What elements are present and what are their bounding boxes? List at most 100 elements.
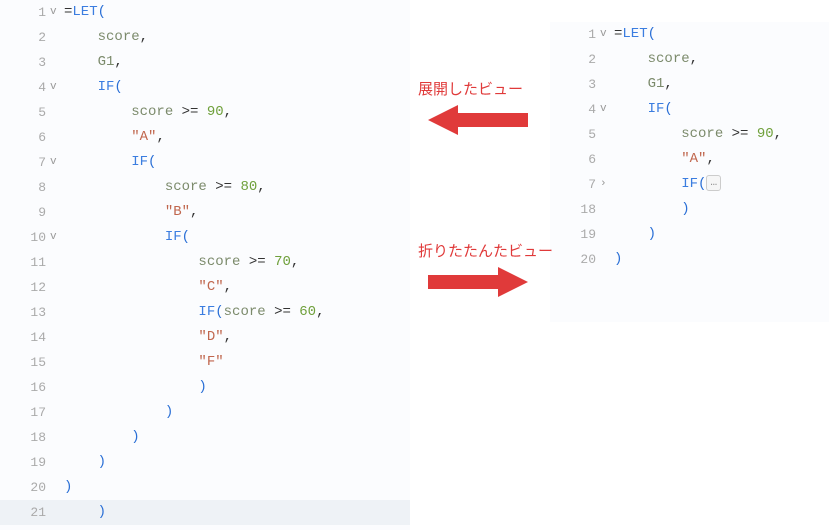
- fold-indicator: [50, 425, 64, 450]
- line-number: 1: [0, 0, 50, 25]
- code-line[interactable]: 19 ): [0, 450, 410, 475]
- code-line[interactable]: 7› IF(…: [550, 172, 829, 197]
- code-line[interactable]: 20): [550, 247, 829, 272]
- label-collapsed-view: 折りたたんたビュー: [418, 240, 553, 261]
- fold-indicator: [50, 275, 64, 300]
- fold-indicator: [50, 475, 64, 500]
- code-line[interactable]: 6 "A",: [550, 147, 829, 172]
- code-line[interactable]: 3 G1,: [0, 50, 410, 75]
- code-line[interactable]: 5 score >= 90,: [0, 100, 410, 125]
- fold-indicator: [600, 197, 614, 222]
- fold-indicator: [600, 72, 614, 97]
- code-content: "D",: [64, 325, 410, 350]
- code-content: "A",: [64, 125, 410, 150]
- line-number: 5: [550, 122, 600, 147]
- fold-indicator: [50, 250, 64, 275]
- code-line[interactable]: 18 ): [0, 425, 410, 450]
- code-content: G1,: [64, 50, 410, 75]
- fold-indicator: [50, 375, 64, 400]
- code-line[interactable]: 15 "F": [0, 350, 410, 375]
- code-line[interactable]: 20): [0, 475, 410, 500]
- code-line[interactable]: 3 G1,: [550, 72, 829, 97]
- fold-indicator: [600, 122, 614, 147]
- code-content: score >= 90,: [64, 100, 410, 125]
- fold-indicator[interactable]: v: [600, 97, 614, 122]
- code-content: "B",: [64, 200, 410, 225]
- line-number: 17: [0, 400, 50, 425]
- fold-indicator: [50, 125, 64, 150]
- line-number: 1: [550, 22, 600, 47]
- code-content: ): [64, 450, 410, 475]
- code-line[interactable]: 16 ): [0, 375, 410, 400]
- code-line[interactable]: 8 score >= 80,: [0, 175, 410, 200]
- code-line[interactable]: 4v IF(: [0, 75, 410, 100]
- code-line[interactable]: 7v IF(: [0, 150, 410, 175]
- line-number: 16: [0, 375, 50, 400]
- code-line[interactable]: 21 ): [0, 500, 410, 525]
- line-number: 6: [0, 125, 50, 150]
- code-content: G1,: [614, 72, 829, 97]
- code-content: ): [64, 500, 410, 525]
- line-number: 3: [0, 50, 50, 75]
- fold-indicator: [50, 50, 64, 75]
- fold-indicator: [50, 500, 64, 525]
- code-line[interactable]: 1v=LET(: [550, 22, 829, 47]
- fold-indicator[interactable]: v: [50, 225, 64, 250]
- fold-indicator[interactable]: ›: [600, 172, 614, 197]
- code-content: ): [614, 247, 829, 272]
- code-content: =LET(: [614, 22, 829, 47]
- code-line[interactable]: 11 score >= 70,: [0, 250, 410, 275]
- code-content: ): [614, 197, 829, 222]
- code-line[interactable]: 5 score >= 90,: [550, 122, 829, 147]
- line-number: 14: [0, 325, 50, 350]
- fold-indicator[interactable]: v: [50, 75, 64, 100]
- line-number: 18: [550, 197, 600, 222]
- code-line[interactable]: 2 score,: [550, 47, 829, 72]
- code-line[interactable]: 19 ): [550, 222, 829, 247]
- fold-indicator: [50, 350, 64, 375]
- code-content: score,: [64, 25, 410, 50]
- fold-indicator[interactable]: v: [50, 0, 64, 25]
- line-number: 15: [0, 350, 50, 375]
- code-editor-expanded[interactable]: 1v=LET(2 score,3 G1,4v IF(5 score >= 90,…: [0, 0, 410, 530]
- code-content: IF(score >= 60,: [64, 300, 410, 325]
- fold-indicator: [50, 175, 64, 200]
- code-line[interactable]: 6 "A",: [0, 125, 410, 150]
- fold-indicator: [50, 200, 64, 225]
- fold-indicator: [50, 25, 64, 50]
- fold-indicator[interactable]: v: [50, 150, 64, 175]
- fold-indicator: [50, 400, 64, 425]
- label-expanded-view: 展開したビュー: [418, 78, 523, 99]
- fold-indicator[interactable]: v: [600, 22, 614, 47]
- code-line[interactable]: 14 "D",: [0, 325, 410, 350]
- code-line[interactable]: 10v IF(: [0, 225, 410, 250]
- line-number: 7: [550, 172, 600, 197]
- code-content: ): [64, 425, 410, 450]
- code-line[interactable]: 9 "B",: [0, 200, 410, 225]
- line-number: 20: [0, 475, 50, 500]
- line-number: 5: [0, 100, 50, 125]
- code-editor-collapsed[interactable]: 1v=LET(2 score,3 G1,4v IF(5 score >= 90,…: [550, 22, 829, 322]
- line-number: 2: [550, 47, 600, 72]
- code-line[interactable]: 17 ): [0, 400, 410, 425]
- fold-indicator: [50, 450, 64, 475]
- line-number: 2: [0, 25, 50, 50]
- code-content: IF(: [64, 75, 410, 100]
- line-number: 21: [0, 500, 50, 525]
- line-number: 19: [550, 222, 600, 247]
- code-content: score,: [614, 47, 829, 72]
- code-line[interactable]: 1v=LET(: [0, 0, 410, 25]
- line-number: 3: [550, 72, 600, 97]
- code-content: IF(: [64, 225, 410, 250]
- code-line[interactable]: 4v IF(: [550, 97, 829, 122]
- code-line[interactable]: 18 ): [550, 197, 829, 222]
- code-content: ): [614, 222, 829, 247]
- code-line[interactable]: 13 IF(score >= 60,: [0, 300, 410, 325]
- code-line[interactable]: 12 "C",: [0, 275, 410, 300]
- line-number: 18: [0, 425, 50, 450]
- arrow-left-icon: [428, 102, 528, 138]
- line-number: 8: [0, 175, 50, 200]
- code-line[interactable]: 2 score,: [0, 25, 410, 50]
- code-content: IF(…: [614, 172, 829, 197]
- code-content: "C",: [64, 275, 410, 300]
